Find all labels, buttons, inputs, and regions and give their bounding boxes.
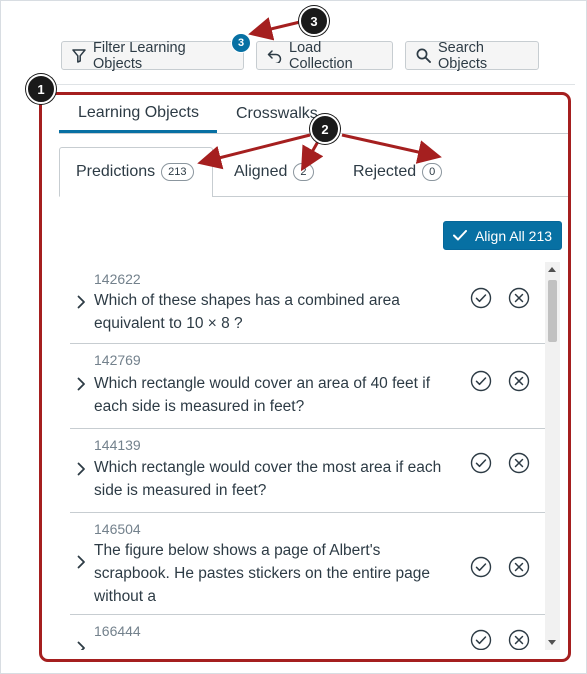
step-marker-1: 1 [26,74,56,104]
filter-count-badge: 3 [231,33,251,53]
undo-icon [267,49,282,63]
step-marker-3: 3 [299,6,329,36]
load-collection-label: Load Collection [289,39,353,72]
search-objects-label: Search Objects [438,39,488,72]
toolbar-divider [28,84,575,85]
search-icon [416,48,431,63]
toolbar: Filter Learning Objects 3 Load Collectio… [0,33,587,72]
filter-learning-objects-button[interactable]: Filter Learning Objects [61,39,244,72]
filter-icon [72,48,86,63]
step-marker-2: 2 [310,114,340,144]
search-objects-button[interactable]: Search Objects [405,39,539,72]
filter-button-label: Filter Learning Objects [93,39,186,72]
callout-highlight-box [39,92,571,662]
load-collection-button[interactable]: Load Collection [256,39,393,72]
